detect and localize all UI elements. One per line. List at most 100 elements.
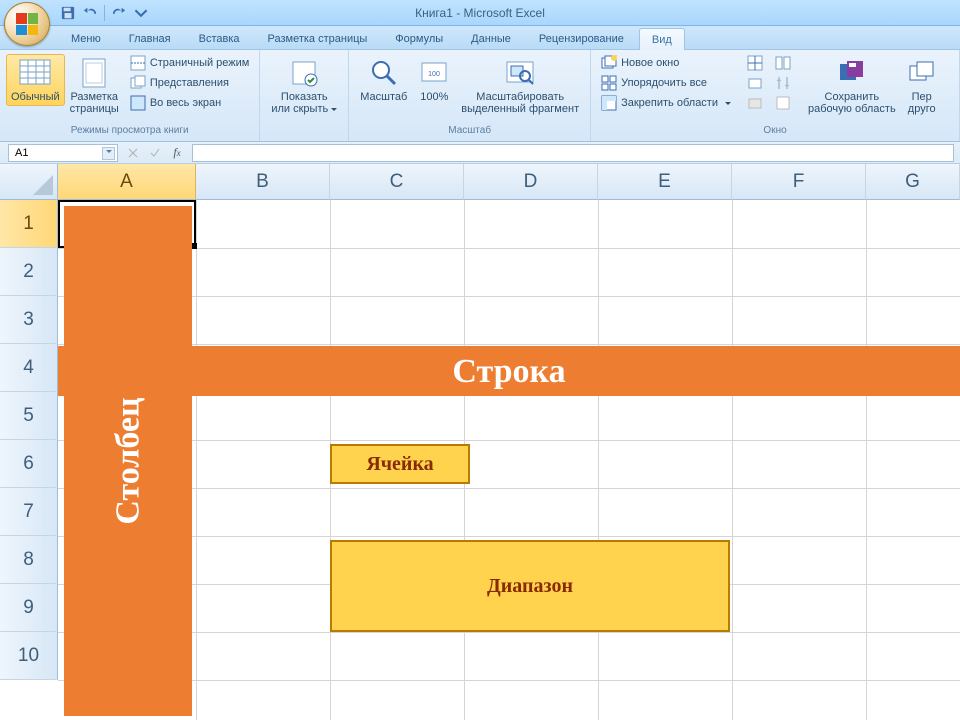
column-header-b[interactable]: B: [196, 164, 330, 200]
view-side-by-side-button[interactable]: [771, 54, 795, 72]
side-by-side-icon: [775, 55, 791, 71]
save-workspace-button[interactable]: Сохранить рабочую область: [803, 54, 901, 118]
formula-bar: fx: [0, 142, 960, 164]
qat-customize-button[interactable]: [131, 3, 151, 23]
row-header-1[interactable]: 1: [0, 200, 58, 248]
freeze-panes-label: Закрепить области: [621, 97, 718, 109]
tab-review[interactable]: Рецензирование: [526, 27, 637, 49]
tab-insert[interactable]: Вставка: [186, 27, 253, 49]
insert-function-button[interactable]: fx: [168, 144, 186, 162]
magnifier-icon: [368, 57, 400, 89]
zoom-selection-label: Масштабировать выделенный фрагмент: [461, 89, 579, 115]
office-logo-icon: [16, 13, 38, 35]
unhide-icon: [747, 95, 763, 111]
tab-data[interactable]: Данные: [458, 27, 524, 49]
column-headers: A B C D E F G: [58, 164, 960, 200]
sync-scroll-button[interactable]: [771, 74, 795, 92]
tab-menu[interactable]: Меню: [58, 27, 114, 49]
tab-view[interactable]: Вид: [639, 28, 685, 50]
name-box-dropdown[interactable]: [102, 147, 115, 160]
cancel-formula-button[interactable]: [124, 144, 142, 162]
quick-access-toolbar: [58, 0, 151, 25]
row-header-2[interactable]: 2: [0, 248, 58, 296]
page-layout-icon: [78, 57, 110, 89]
hide-icon: [747, 75, 763, 91]
column-header-f[interactable]: F: [732, 164, 866, 200]
arrange-all-label: Упорядочить все: [621, 77, 707, 89]
save-icon: [61, 6, 75, 20]
chevron-down-icon: [134, 6, 148, 20]
name-box[interactable]: [8, 144, 118, 162]
qat-redo-button[interactable]: [109, 3, 129, 23]
group-zoom-caption: Масштаб: [349, 125, 590, 141]
custom-views-button[interactable]: Представления: [126, 74, 254, 92]
cells-area[interactable]: Столбец Строка Ячейка Диапазон: [58, 200, 960, 720]
row-header-9[interactable]: 9: [0, 584, 58, 632]
name-box-input[interactable]: [13, 146, 93, 160]
column-header-g[interactable]: G: [866, 164, 960, 200]
svg-text:100: 100: [428, 71, 440, 78]
select-all-corner[interactable]: [0, 164, 58, 200]
page-break-preview-button[interactable]: Страничный режим: [126, 54, 254, 72]
arrange-all-icon: [601, 75, 617, 91]
row-header-6[interactable]: 6: [0, 440, 58, 488]
row-overlay-label: Строка: [452, 351, 565, 391]
tab-home[interactable]: Главная: [116, 27, 184, 49]
cell-overlay-label: Ячейка: [366, 452, 433, 476]
column-header-c[interactable]: C: [330, 164, 464, 200]
new-window-label: Новое окно: [621, 57, 679, 69]
row-header-3[interactable]: 3: [0, 296, 58, 344]
page-layout-view-button[interactable]: Разметка страницы: [65, 54, 124, 118]
row-overlay: Строка: [58, 346, 960, 396]
switch-windows-button[interactable]: Пер друго: [901, 54, 943, 118]
qat-separator: [104, 5, 105, 21]
row-header-5[interactable]: 5: [0, 392, 58, 440]
zoom-to-selection-button[interactable]: Масштабировать выделенный фрагмент: [456, 54, 584, 118]
zoom-label: Масштаб: [360, 89, 407, 103]
column-header-e[interactable]: E: [598, 164, 732, 200]
group-workbook-views: Обычный Разметка страницы Страничный реж…: [0, 50, 260, 141]
row-header-8[interactable]: 8: [0, 536, 58, 584]
tab-page-layout[interactable]: Разметка страницы: [255, 27, 381, 49]
switch-windows-icon: [906, 57, 938, 89]
office-button[interactable]: [4, 2, 50, 46]
show-hide-button[interactable]: Показать или скрыть: [266, 54, 342, 118]
column-overlay: Столбец: [64, 206, 192, 716]
unhide-window-button[interactable]: [743, 94, 767, 112]
fx-icon: fx: [173, 145, 180, 160]
sync-scroll-icon: [775, 75, 791, 91]
reset-position-button[interactable]: [771, 94, 795, 112]
column-header-a[interactable]: A: [58, 164, 196, 200]
zoom-100-button[interactable]: 100 100%: [412, 54, 456, 106]
zoom-button[interactable]: Масштаб: [355, 54, 412, 106]
full-screen-icon: [130, 95, 146, 111]
split-button[interactable]: [743, 54, 767, 72]
qat-save-button[interactable]: [58, 3, 78, 23]
normal-view-icon: [19, 57, 51, 89]
full-screen-button[interactable]: Во весь экран: [126, 94, 254, 112]
worksheet-grid[interactable]: A B C D E F G 1 2 3 4 5 6 7 8 9 10: [0, 164, 960, 720]
freeze-panes-button[interactable]: Закрепить области: [597, 94, 735, 112]
group-show-hide: Показать или скрыть: [260, 50, 349, 141]
zoom-100-label: 100%: [420, 89, 448, 103]
tab-formulas[interactable]: Формулы: [382, 27, 456, 49]
new-window-button[interactable]: Новое окно: [597, 54, 735, 72]
formula-input[interactable]: [192, 144, 954, 162]
hide-window-button[interactable]: [743, 74, 767, 92]
split-icon: [747, 55, 763, 71]
row-header-10[interactable]: 10: [0, 632, 58, 680]
range-overlay: Диапазон: [330, 540, 730, 632]
normal-view-button[interactable]: Обычный: [6, 54, 65, 106]
column-header-d[interactable]: D: [464, 164, 598, 200]
row-header-7[interactable]: 7: [0, 488, 58, 536]
enter-formula-button[interactable]: [146, 144, 164, 162]
group-window: Новое окно Упорядочить все Закрепить обл…: [591, 50, 960, 141]
row-header-4[interactable]: 4: [0, 344, 58, 392]
title-bar: Книга1 - Microsoft Excel: [0, 0, 960, 26]
undo-icon: [83, 6, 97, 20]
show-hide-icon: [288, 57, 320, 89]
qat-undo-button[interactable]: [80, 3, 100, 23]
normal-view-label: Обычный: [11, 89, 60, 103]
freeze-panes-icon: [601, 95, 617, 111]
arrange-all-button[interactable]: Упорядочить все: [597, 74, 735, 92]
